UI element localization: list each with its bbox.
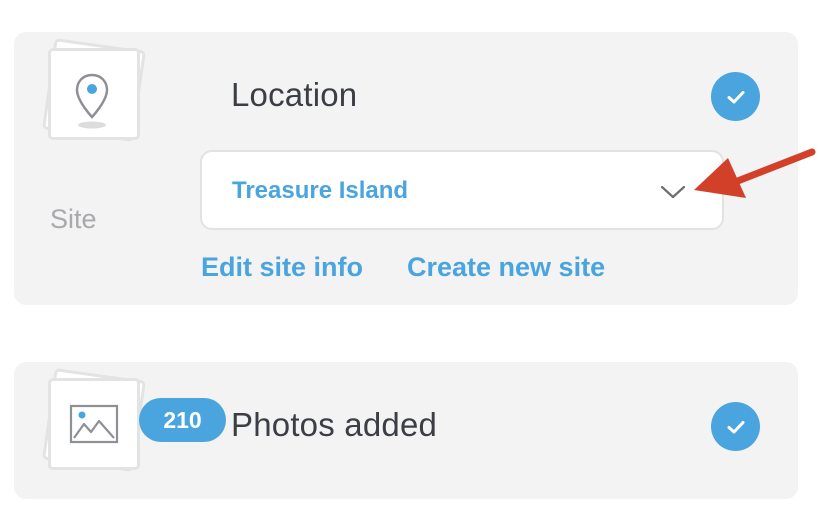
photos-count-badge: 210 xyxy=(139,398,226,442)
photos-title: Photos added xyxy=(231,406,438,443)
photos-check-icon xyxy=(711,402,760,451)
location-thumbnail xyxy=(16,32,146,157)
site-label: Site xyxy=(50,204,97,234)
location-card: Location Site Treasure Island Edit site … xyxy=(14,32,798,305)
site-select-value: Treasure Island xyxy=(232,177,409,204)
create-new-site-link[interactable]: Create new site xyxy=(407,252,605,283)
location-title: Location xyxy=(231,76,358,113)
page: Location Site Treasure Island Edit site … xyxy=(0,0,826,532)
edit-site-info-link[interactable]: Edit site info xyxy=(201,252,363,283)
image-icon xyxy=(69,404,119,444)
photos-thumbnail xyxy=(16,362,146,487)
photos-card: 210 Photos added xyxy=(14,362,798,499)
site-select[interactable]: Treasure Island xyxy=(200,150,724,230)
red-arrow-icon xyxy=(694,148,816,198)
location-check-icon xyxy=(711,72,760,121)
map-pin-icon xyxy=(75,73,109,129)
chevron-down-icon xyxy=(660,185,686,199)
